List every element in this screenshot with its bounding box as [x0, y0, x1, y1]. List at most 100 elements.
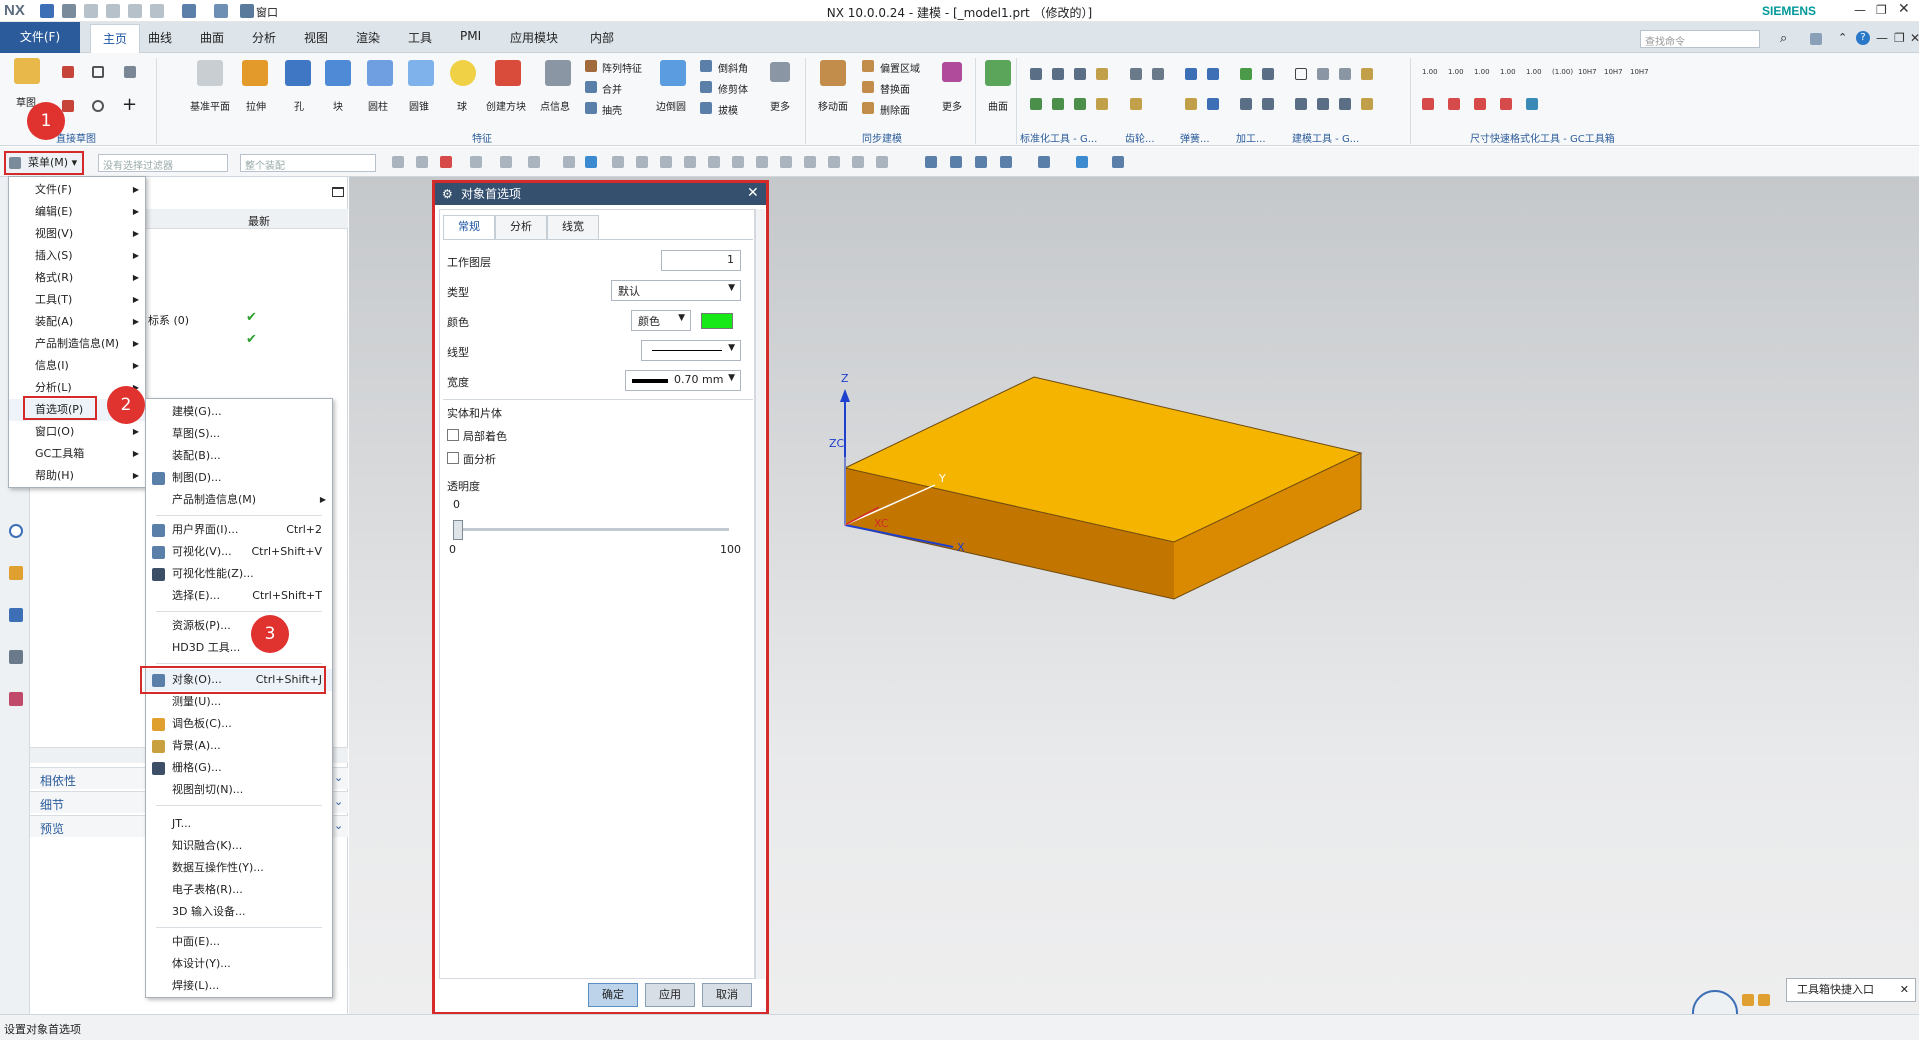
- menu-item-information[interactable]: 信息(I) ▶: [9, 355, 145, 377]
- pref-view-section[interactable]: 视图剖切(N)...: [146, 779, 332, 801]
- doc-restore-icon[interactable]: ❐: [1894, 31, 1905, 45]
- modeling-tool-icon-5[interactable]: [1295, 98, 1307, 110]
- dialog-close-icon[interactable]: ✕: [747, 185, 759, 201]
- restore-icon[interactable]: ❐: [1876, 3, 1887, 17]
- role-icon[interactable]: [9, 608, 23, 622]
- machining-tool-icon-3[interactable]: [1240, 98, 1252, 110]
- type-select[interactable]: 默认 ▼: [611, 280, 741, 301]
- tab-pmi[interactable]: PMI: [460, 29, 481, 43]
- view-tool-icon-4[interactable]: [1000, 156, 1012, 168]
- menu-item-help[interactable]: 帮助(H) ▶: [9, 465, 145, 487]
- search-icon[interactable]: ⌕: [1780, 31, 1787, 46]
- cylinder-icon[interactable]: [367, 60, 393, 86]
- snap-point-icon-3[interactable]: [660, 156, 672, 168]
- pref-modeling[interactable]: 建模(G)...: [146, 401, 332, 423]
- snap-point-icon-8[interactable]: [780, 156, 792, 168]
- pref-data-interop[interactable]: 数据互操作性(Y)...: [146, 857, 332, 879]
- dim-tool-icon-d[interactable]: [1500, 98, 1512, 110]
- pref-grid[interactable]: 栅格(G)...: [146, 757, 332, 779]
- snap-point-icon-9[interactable]: [804, 156, 816, 168]
- web-browser-icon[interactable]: [9, 692, 23, 706]
- view-tool-icon-2[interactable]: [950, 156, 962, 168]
- pref-palette[interactable]: 调色板(C)...: [146, 713, 332, 735]
- tab-analysis-dlg[interactable]: 分析: [495, 215, 547, 239]
- dim-format-icon-8[interactable]: 10H7: [1604, 68, 1623, 76]
- std-tool-icon-7[interactable]: [1074, 98, 1086, 110]
- chevron-down-icon[interactable]: ⌄: [334, 771, 343, 784]
- type-filter-select[interactable]: 没有选择过滤器: [98, 154, 228, 172]
- selection-tool-icon-5[interactable]: [500, 156, 512, 168]
- std-tool-icon-4[interactable]: [1096, 68, 1108, 80]
- ok-button[interactable]: 确定: [588, 983, 638, 1007]
- modeling-tool-icon-4[interactable]: [1361, 68, 1373, 80]
- more-feature-icon[interactable]: [770, 62, 790, 82]
- transparency-slider-thumb[interactable]: [453, 520, 463, 540]
- menu-item-assembly[interactable]: 装配(A) ▶: [9, 311, 145, 333]
- surface-icon[interactable]: [985, 60, 1011, 86]
- dim-tool-icon-e[interactable]: [1526, 98, 1538, 110]
- edge-blend-icon[interactable]: [660, 60, 686, 86]
- tab-render[interactable]: 渲染: [356, 29, 380, 46]
- col-latest[interactable]: 最新: [248, 213, 270, 229]
- search-command-input[interactable]: 查找命令: [1640, 30, 1760, 48]
- tab-analysis[interactable]: 分析: [252, 29, 276, 46]
- modeling-tool-icon-3[interactable]: [1339, 68, 1351, 80]
- dim-format-icon-2[interactable]: 1.00: [1448, 68, 1464, 76]
- chamfer-icon[interactable]: [700, 60, 712, 72]
- pref-body-design[interactable]: 体设计(Y)...: [146, 953, 332, 975]
- view-tool-icon-1[interactable]: [925, 156, 937, 168]
- modeling-tool-icon-8[interactable]: [1361, 98, 1373, 110]
- machining-tool-icon-1[interactable]: [1240, 68, 1252, 80]
- profile-icon[interactable]: [62, 66, 74, 78]
- pattern-feature-icon[interactable]: [585, 60, 597, 72]
- pref-mid-surface[interactable]: 中面(E)...: [146, 931, 332, 953]
- delete-face-icon[interactable]: [862, 102, 874, 114]
- snap-point-icon-6[interactable]: [732, 156, 744, 168]
- modeling-tool-icon-7[interactable]: [1339, 98, 1351, 110]
- std-tool-icon-8[interactable]: [1096, 98, 1108, 110]
- std-tool-icon-3[interactable]: [1074, 68, 1086, 80]
- pref-spreadsheet[interactable]: 电子表格(R)...: [146, 879, 332, 901]
- dim-format-icon-4[interactable]: 1.00: [1500, 68, 1516, 76]
- spring-tool-icon-4[interactable]: [1207, 98, 1219, 110]
- doc-minimize-icon[interactable]: —: [1876, 31, 1888, 45]
- pref-sketch[interactable]: 草图(S)...: [146, 423, 332, 445]
- block-icon[interactable]: [325, 60, 351, 86]
- pref-visualization[interactable]: 可视化(V)... Ctrl+Shift+V: [146, 541, 332, 563]
- view-tool-icon-7[interactable]: [1112, 156, 1124, 168]
- selection-tool-icon-7[interactable]: [563, 156, 575, 168]
- snap-point-icon-2[interactable]: [636, 156, 648, 168]
- menu-item-window[interactable]: 窗口(O) ▶: [9, 421, 145, 443]
- cancel-button[interactable]: 取消: [702, 983, 752, 1007]
- minimize-icon[interactable]: —: [1854, 3, 1866, 17]
- selection-tool-icon-3[interactable]: [440, 156, 452, 168]
- width-select[interactable]: 0.70 mm ▼: [625, 370, 741, 391]
- line-icon[interactable]: [124, 66, 136, 78]
- snap-point-icon-1[interactable]: [612, 156, 624, 168]
- more-sync-icon[interactable]: [942, 62, 962, 82]
- menu-item-tools[interactable]: 工具(T) ▶: [9, 289, 145, 311]
- selection-tool-icon-4[interactable]: [470, 156, 482, 168]
- hole-icon[interactable]: [285, 60, 311, 86]
- face-analysis-checkbox[interactable]: [447, 452, 459, 464]
- close-icon[interactable]: ✕: [1898, 1, 1910, 17]
- move-face-icon[interactable]: [820, 60, 846, 86]
- menu-item-gc-toolbox[interactable]: GC工具箱 ▶: [9, 443, 145, 465]
- tab-tools[interactable]: 工具: [408, 29, 432, 46]
- pref-drafting[interactable]: 制图(D)...: [146, 467, 332, 489]
- menu-item-insert[interactable]: 插入(S) ▶: [9, 245, 145, 267]
- dim-format-icon-7[interactable]: 10H7: [1578, 68, 1597, 76]
- spring-tool-icon-2[interactable]: [1207, 68, 1219, 80]
- toolbox-icon-2[interactable]: [1758, 994, 1770, 1006]
- unite-icon[interactable]: [585, 81, 597, 93]
- color-swatch[interactable]: [701, 313, 733, 329]
- apply-button[interactable]: 应用: [645, 983, 695, 1007]
- chevron-down-icon[interactable]: ⌄: [334, 819, 343, 832]
- snap-point-icon-10[interactable]: [828, 156, 840, 168]
- close-icon[interactable]: ✕: [1900, 979, 1909, 1001]
- csys-row-label[interactable]: 标系 (0): [148, 312, 189, 328]
- selection-tool-icon-8[interactable]: [585, 156, 597, 168]
- local-shading-checkbox[interactable]: [447, 429, 459, 441]
- modeling-tool-icon-6[interactable]: [1317, 98, 1329, 110]
- color-mode-select[interactable]: 颜色 ▼: [631, 310, 691, 331]
